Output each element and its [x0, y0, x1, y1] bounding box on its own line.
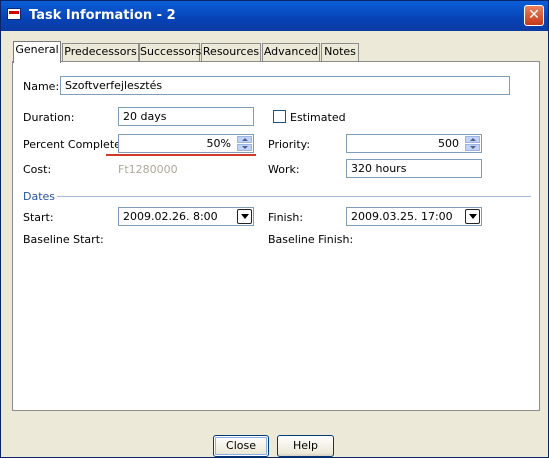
start-label: Start:	[23, 211, 54, 224]
spinner-down-icon[interactable]	[465, 144, 480, 151]
tab-resources[interactable]: Resources	[201, 43, 261, 61]
duration-label: Duration:	[23, 111, 75, 124]
tab-successors[interactable]: Successors	[139, 43, 201, 61]
start-date-value: 2009.02.26. 8:00	[123, 210, 218, 223]
work-field[interactable]: 320 hours	[346, 159, 482, 178]
priority-value: 500	[438, 137, 459, 150]
finish-date-picker[interactable]: 2009.03.25. 17:00	[346, 207, 482, 226]
work-label: Work:	[268, 163, 300, 176]
name-label: Name:	[23, 80, 60, 93]
finish-label: Finish:	[268, 211, 304, 224]
window-title: Task Information - 2	[29, 8, 176, 23]
dates-separator	[57, 196, 531, 197]
priority-spinner-buttons[interactable]	[465, 136, 480, 151]
duration-field[interactable]: 20 days	[118, 107, 254, 126]
dates-section-title: Dates	[23, 190, 56, 203]
tab-predecessors[interactable]: Predecessors	[62, 43, 139, 61]
baseline-start-label: Baseline Start:	[23, 233, 104, 246]
estimated-checkbox[interactable]	[273, 110, 286, 123]
spinner-up-icon[interactable]	[237, 136, 252, 143]
app-icon	[7, 8, 21, 20]
cost-label: Cost:	[23, 163, 52, 176]
name-field[interactable]: Szoftverfejlesztés	[60, 76, 510, 95]
percent-complete-label: Percent Complete:	[23, 138, 125, 151]
start-date-picker[interactable]: 2009.02.26. 8:00	[118, 207, 254, 226]
priority-label: Priority:	[268, 138, 311, 151]
close-window-button[interactable]: ✕	[524, 5, 544, 26]
tab-advanced[interactable]: Advanced	[262, 43, 320, 61]
tab-notes[interactable]: Notes	[321, 43, 359, 61]
dropdown-arrow-icon[interactable]	[237, 209, 252, 224]
help-button[interactable]: Help	[277, 435, 334, 457]
validation-underline	[106, 154, 256, 156]
dropdown-arrow-icon[interactable]	[465, 209, 480, 224]
priority-spinner[interactable]: 500	[346, 134, 482, 153]
task-information-dialog: Task Information - 2 ✕ General Predecess…	[0, 0, 549, 458]
percent-complete-spinner[interactable]: 50%	[118, 134, 254, 153]
estimated-label: Estimated	[290, 111, 346, 124]
cost-value: Ft1280000	[118, 163, 178, 176]
percent-spinner-buttons[interactable]	[237, 136, 252, 151]
spinner-down-icon[interactable]	[237, 144, 252, 151]
finish-date-value: 2009.03.25. 17:00	[351, 210, 453, 223]
percent-complete-value: 50%	[206, 137, 231, 150]
close-button[interactable]: Close	[213, 435, 269, 457]
baseline-finish-label: Baseline Finish:	[268, 233, 354, 246]
title-bar[interactable]: Task Information - 2 ✕	[1, 1, 548, 31]
tab-general[interactable]: General	[13, 41, 61, 63]
spinner-up-icon[interactable]	[465, 136, 480, 143]
